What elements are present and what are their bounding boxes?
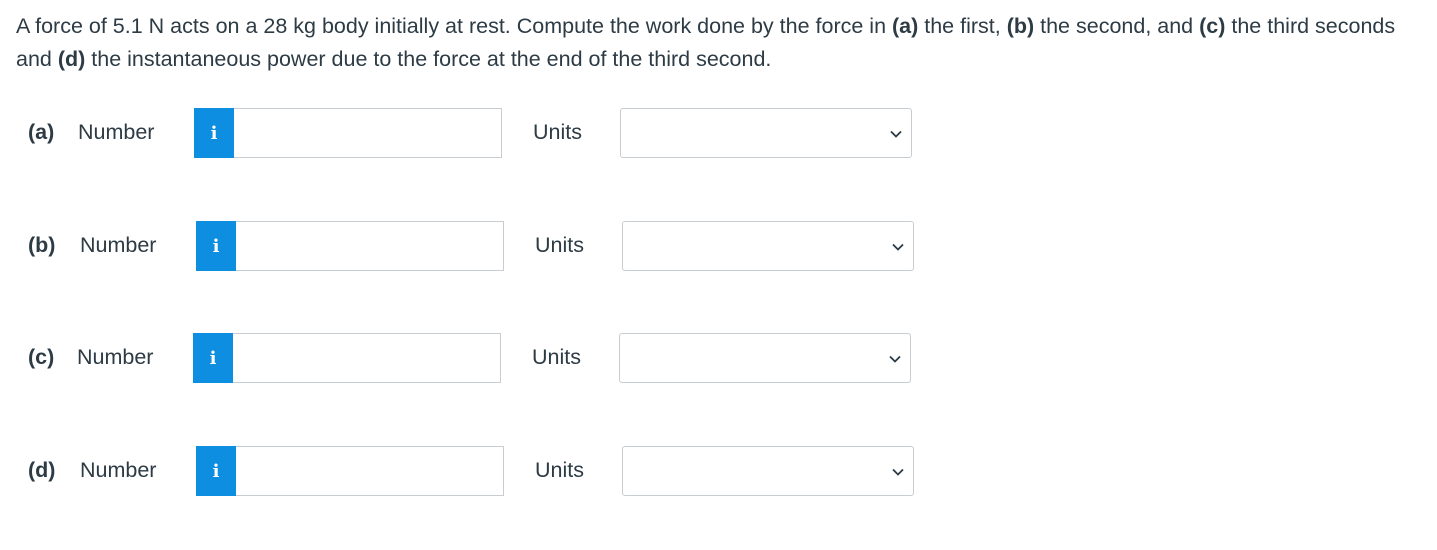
number-input-b[interactable] <box>236 221 504 271</box>
answer-row-c: (c) Number i Units <box>0 333 1437 383</box>
units-select-c[interactable] <box>619 333 911 383</box>
number-label: Number <box>80 458 157 482</box>
info-icon[interactable]: i <box>196 446 236 496</box>
number-input-d[interactable] <box>236 446 504 496</box>
info-icon[interactable]: i <box>194 108 234 158</box>
question-text-part: the first, <box>918 14 1007 38</box>
question-text-part: the instantaneous power due to the force… <box>85 47 772 71</box>
units-select-a[interactable] <box>620 108 912 158</box>
units-label: Units <box>535 458 584 482</box>
part-label: (a) <box>28 120 55 144</box>
info-icon[interactable]: i <box>196 221 236 271</box>
units-label: Units <box>533 120 582 144</box>
part-label: (c) <box>28 345 55 369</box>
info-icon[interactable]: i <box>193 333 233 383</box>
question-text-part: A force of 5.1 N acts on a 28 kg body in… <box>16 14 892 38</box>
number-label: Number <box>80 233 157 257</box>
units-select-b[interactable] <box>622 221 914 271</box>
number-label: Number <box>77 345 154 369</box>
answer-row-a: (a) Number i Units <box>0 108 1437 158</box>
units-select-d[interactable] <box>622 446 914 496</box>
part-c-ref: (c) <box>1199 14 1226 38</box>
part-label: (d) <box>28 458 56 482</box>
chevron-down-icon <box>892 243 904 251</box>
units-label: Units <box>532 345 581 369</box>
question-text: A force of 5.1 N acts on a 28 kg body in… <box>16 10 1416 76</box>
number-input-c[interactable] <box>233 333 501 383</box>
part-a-ref: (a) <box>892 14 919 38</box>
chevron-down-icon <box>890 130 902 138</box>
answer-row-d: (d) Number i Units <box>0 446 1437 496</box>
chevron-down-icon <box>889 355 901 363</box>
part-label: (b) <box>28 233 56 257</box>
units-label: Units <box>535 233 584 257</box>
chevron-down-icon <box>892 468 904 476</box>
number-label: Number <box>78 120 155 144</box>
question-text-part: the second, and <box>1034 14 1200 38</box>
part-b-ref: (b) <box>1006 14 1035 38</box>
answer-row-b: (b) Number i Units <box>0 221 1437 271</box>
part-d-ref: (d) <box>57 47 86 71</box>
number-input-a[interactable] <box>234 108 502 158</box>
